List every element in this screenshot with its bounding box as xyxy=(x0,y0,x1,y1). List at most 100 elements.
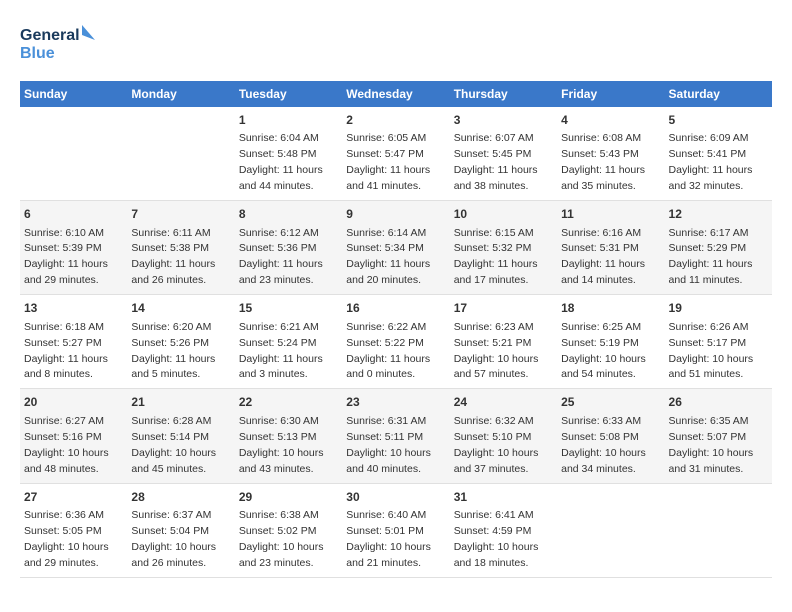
day-cell: 10 Sunrise: 6:15 AM Sunset: 5:32 PM Dayli… xyxy=(450,201,557,295)
day-cell xyxy=(557,483,664,577)
day-detail: Sunrise: 6:37 AM Sunset: 5:04 PM Dayligh… xyxy=(131,509,216,569)
weekday-header-monday: Monday xyxy=(127,81,234,107)
day-cell: 1Sunrise: 6:04 AM Sunset: 5:48 PM Daylig… xyxy=(235,107,342,201)
week-row-4: 20 Sunrise: 6:27 AM Sunset: 5:16 PM Dayli… xyxy=(20,389,772,483)
week-row-5: 27 Sunrise: 6:36 AM Sunset: 5:05 PM Dayli… xyxy=(20,483,772,577)
day-detail: Sunrise: 6:23 AM Sunset: 5:21 PM Dayligh… xyxy=(454,321,539,381)
day-detail: Sunrise: 6:22 AM Sunset: 5:22 PM Dayligh… xyxy=(346,321,430,381)
day-cell: 27 Sunrise: 6:36 AM Sunset: 5:05 PM Dayli… xyxy=(20,483,127,577)
day-cell: 21 Sunrise: 6:28 AM Sunset: 5:14 PM Dayli… xyxy=(127,389,234,483)
day-detail: Sunrise: 6:40 AM Sunset: 5:01 PM Dayligh… xyxy=(346,509,431,569)
day-cell: 17 Sunrise: 6:23 AM Sunset: 5:21 PM Dayli… xyxy=(450,295,557,389)
day-detail: Sunrise: 6:17 AM Sunset: 5:29 PM Dayligh… xyxy=(669,227,753,287)
day-cell: 12 Sunrise: 6:17 AM Sunset: 5:29 PM Dayli… xyxy=(665,201,772,295)
day-number: 28 xyxy=(131,489,230,506)
day-number: 14 xyxy=(131,300,230,317)
day-cell: 3 Sunrise: 6:07 AM Sunset: 5:45 PM Daylig… xyxy=(450,107,557,201)
day-number: 7 xyxy=(131,206,230,223)
day-cell: 24Sunrise: 6:32 AM Sunset: 5:10 PM Dayli… xyxy=(450,389,557,483)
day-number: 15 xyxy=(239,300,338,317)
day-detail: Sunrise: 6:18 AM Sunset: 5:27 PM Dayligh… xyxy=(24,321,108,381)
day-cell: 8 Sunrise: 6:12 AM Sunset: 5:36 PM Daylig… xyxy=(235,201,342,295)
day-cell: 28 Sunrise: 6:37 AM Sunset: 5:04 PM Dayli… xyxy=(127,483,234,577)
day-number: 20 xyxy=(24,394,123,411)
day-number: 18 xyxy=(561,300,660,317)
day-detail: Sunrise: 6:38 AM Sunset: 5:02 PM Dayligh… xyxy=(239,509,324,569)
day-detail: Sunrise: 6:14 AM Sunset: 5:34 PM Dayligh… xyxy=(346,227,430,287)
day-cell: 19Sunrise: 6:26 AM Sunset: 5:17 PM Dayli… xyxy=(665,295,772,389)
day-detail: Sunrise: 6:08 AM Sunset: 5:43 PM Dayligh… xyxy=(561,132,645,192)
day-cell: 23 Sunrise: 6:31 AM Sunset: 5:11 PM Dayli… xyxy=(342,389,449,483)
day-cell: 5 Sunrise: 6:09 AM Sunset: 5:41 PM Daylig… xyxy=(665,107,772,201)
day-number: 11 xyxy=(561,206,660,223)
day-cell: 31 Sunrise: 6:41 AM Sunset: 4:59 PM Dayli… xyxy=(450,483,557,577)
day-detail: Sunrise: 6:36 AM Sunset: 5:05 PM Dayligh… xyxy=(24,509,109,569)
day-cell: 6 Sunrise: 6:10 AM Sunset: 5:39 PM Daylig… xyxy=(20,201,127,295)
day-cell: 22Sunrise: 6:30 AM Sunset: 5:13 PM Dayli… xyxy=(235,389,342,483)
day-number: 21 xyxy=(131,394,230,411)
day-number: 27 xyxy=(24,489,123,506)
weekday-header-thursday: Thursday xyxy=(450,81,557,107)
weekday-header-saturday: Saturday xyxy=(665,81,772,107)
day-cell xyxy=(20,107,127,201)
day-number: 24 xyxy=(454,394,553,411)
day-cell: 4 Sunrise: 6:08 AM Sunset: 5:43 PM Daylig… xyxy=(557,107,664,201)
day-cell: 11Sunrise: 6:16 AM Sunset: 5:31 PM Dayli… xyxy=(557,201,664,295)
day-detail: Sunrise: 6:20 AM Sunset: 5:26 PM Dayligh… xyxy=(131,321,215,381)
day-detail: Sunrise: 6:31 AM Sunset: 5:11 PM Dayligh… xyxy=(346,415,431,475)
day-number: 8 xyxy=(239,206,338,223)
weekday-header-row: SundayMondayTuesdayWednesdayThursdayFrid… xyxy=(20,81,772,107)
day-cell: 16 Sunrise: 6:22 AM Sunset: 5:22 PM Dayli… xyxy=(342,295,449,389)
day-number: 30 xyxy=(346,489,445,506)
weekday-header-tuesday: Tuesday xyxy=(235,81,342,107)
calendar-table: SundayMondayTuesdayWednesdayThursdayFrid… xyxy=(20,81,772,578)
day-detail: Sunrise: 6:28 AM Sunset: 5:14 PM Dayligh… xyxy=(131,415,216,475)
day-number: 4 xyxy=(561,112,660,129)
day-detail: Sunrise: 6:05 AM Sunset: 5:47 PM Dayligh… xyxy=(346,132,430,192)
day-cell: 20 Sunrise: 6:27 AM Sunset: 5:16 PM Dayli… xyxy=(20,389,127,483)
logo: GeneralBlue xyxy=(20,20,100,65)
day-detail: Sunrise: 6:12 AM Sunset: 5:36 PM Dayligh… xyxy=(239,227,323,287)
day-detail: Sunrise: 6:25 AM Sunset: 5:19 PM Dayligh… xyxy=(561,321,646,381)
page-header: GeneralBlue xyxy=(20,20,772,65)
day-number: 13 xyxy=(24,300,123,317)
weekday-header-friday: Friday xyxy=(557,81,664,107)
day-cell: 29 Sunrise: 6:38 AM Sunset: 5:02 PM Dayli… xyxy=(235,483,342,577)
day-cell xyxy=(665,483,772,577)
day-detail: Sunrise: 6:33 AM Sunset: 5:08 PM Dayligh… xyxy=(561,415,646,475)
day-number: 16 xyxy=(346,300,445,317)
day-cell: 18 Sunrise: 6:25 AM Sunset: 5:19 PM Dayli… xyxy=(557,295,664,389)
day-detail: Sunrise: 6:35 AM Sunset: 5:07 PM Dayligh… xyxy=(669,415,754,475)
day-number: 25 xyxy=(561,394,660,411)
day-detail: Sunrise: 6:27 AM Sunset: 5:16 PM Dayligh… xyxy=(24,415,109,475)
day-cell: 26 Sunrise: 6:35 AM Sunset: 5:07 PM Dayli… xyxy=(665,389,772,483)
week-row-1: 1Sunrise: 6:04 AM Sunset: 5:48 PM Daylig… xyxy=(20,107,772,201)
week-row-2: 6 Sunrise: 6:10 AM Sunset: 5:39 PM Daylig… xyxy=(20,201,772,295)
day-detail: Sunrise: 6:30 AM Sunset: 5:13 PM Dayligh… xyxy=(239,415,324,475)
day-number: 5 xyxy=(669,112,768,129)
day-cell: 15Sunrise: 6:21 AM Sunset: 5:24 PM Dayli… xyxy=(235,295,342,389)
day-number: 12 xyxy=(669,206,768,223)
day-number: 3 xyxy=(454,112,553,129)
day-detail: Sunrise: 6:15 AM Sunset: 5:32 PM Dayligh… xyxy=(454,227,538,287)
day-number: 10 xyxy=(454,206,553,223)
day-number: 9 xyxy=(346,206,445,223)
day-detail: Sunrise: 6:07 AM Sunset: 5:45 PM Dayligh… xyxy=(454,132,538,192)
day-number: 26 xyxy=(669,394,768,411)
day-number: 23 xyxy=(346,394,445,411)
weekday-header-wednesday: Wednesday xyxy=(342,81,449,107)
day-number: 2 xyxy=(346,112,445,129)
day-number: 6 xyxy=(24,206,123,223)
day-cell: 9 Sunrise: 6:14 AM Sunset: 5:34 PM Daylig… xyxy=(342,201,449,295)
day-cell: 30 Sunrise: 6:40 AM Sunset: 5:01 PM Dayli… xyxy=(342,483,449,577)
day-cell: 13 Sunrise: 6:18 AM Sunset: 5:27 PM Dayli… xyxy=(20,295,127,389)
day-detail: Sunrise: 6:09 AM Sunset: 5:41 PM Dayligh… xyxy=(669,132,753,192)
day-cell: 2 Sunrise: 6:05 AM Sunset: 5:47 PM Daylig… xyxy=(342,107,449,201)
day-number: 17 xyxy=(454,300,553,317)
day-detail: Sunrise: 6:41 AM Sunset: 4:59 PM Dayligh… xyxy=(454,509,539,569)
day-number: 29 xyxy=(239,489,338,506)
day-detail: Sunrise: 6:04 AM Sunset: 5:48 PM Dayligh… xyxy=(239,132,323,192)
day-detail: Sunrise: 6:10 AM Sunset: 5:39 PM Dayligh… xyxy=(24,227,108,287)
day-number: 31 xyxy=(454,489,553,506)
week-row-3: 13 Sunrise: 6:18 AM Sunset: 5:27 PM Dayli… xyxy=(20,295,772,389)
